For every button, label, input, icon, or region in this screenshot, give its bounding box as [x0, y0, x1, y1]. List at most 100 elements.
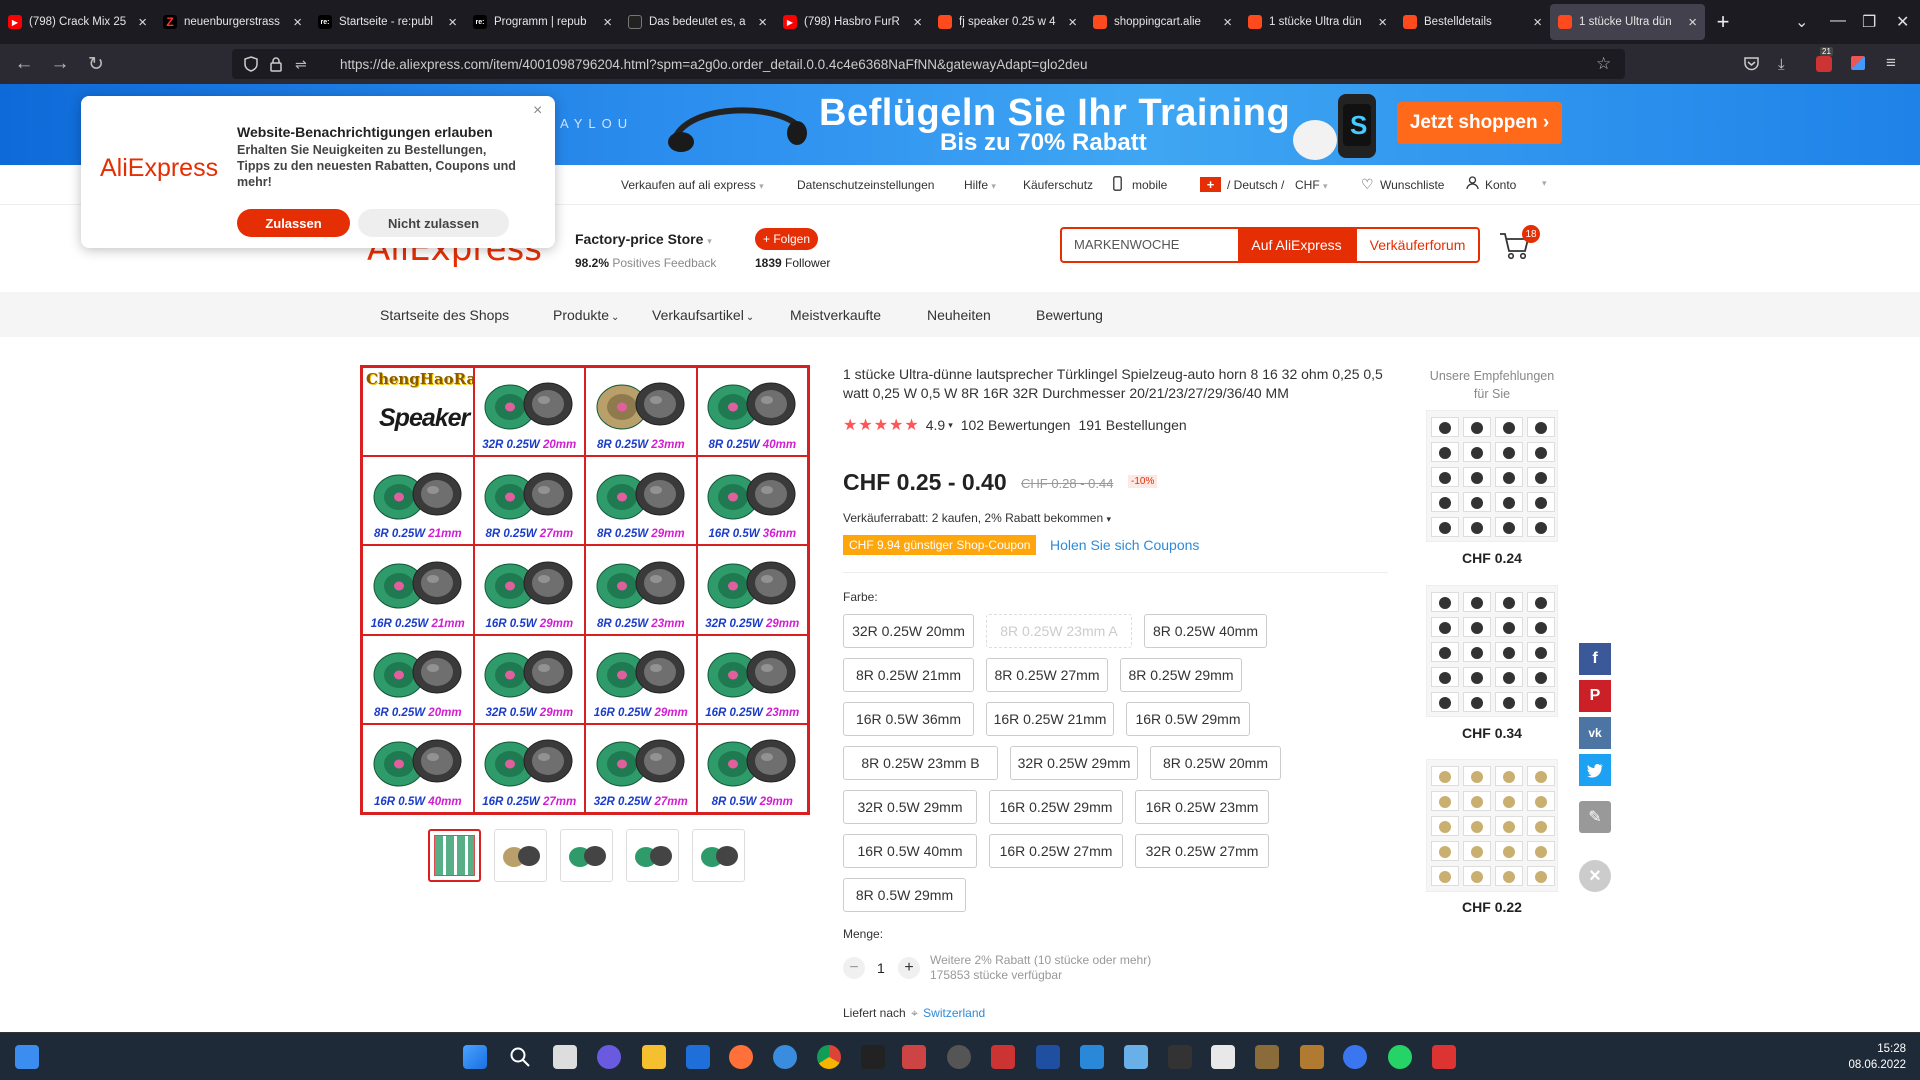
wishlist-link[interactable]: Wunschliste — [1380, 178, 1444, 192]
store-nav-item[interactable]: Produkte ⌄ — [553, 307, 619, 323]
close-tab-icon[interactable]: × — [138, 14, 147, 31]
close-tab-icon[interactable]: × — [1688, 14, 1697, 31]
window-app-icon[interactable] — [1211, 1045, 1235, 1069]
browser-tab[interactable]: re: Programm | repub × — [465, 0, 620, 44]
help-link[interactable]: Hilfe ▾ — [964, 178, 996, 192]
ship-country-link[interactable]: Switzerland — [923, 1006, 985, 1020]
archive-app-icon[interactable] — [1300, 1045, 1324, 1069]
color-option[interactable]: 16R 0.25W 29mm — [989, 790, 1123, 824]
privacy-link[interactable]: Datenschutzeinstellungen — [797, 178, 934, 192]
close-tab-icon[interactable]: × — [913, 14, 922, 31]
back-icon[interactable]: ← — [6, 53, 42, 75]
pinterest-icon[interactable]: P — [1579, 680, 1611, 712]
extension-icon[interactable]: 21 — [1816, 47, 1833, 72]
defender-icon[interactable] — [686, 1045, 710, 1069]
account-link[interactable]: Konto — [1485, 178, 1516, 192]
chrome-icon[interactable] — [817, 1045, 841, 1069]
terminal-icon[interactable] — [1036, 1045, 1060, 1069]
browser-tab[interactable]: 1 stücke Ultra dün × — [1240, 0, 1395, 44]
search-aliexpress-button[interactable]: Auf AliExpress — [1238, 227, 1355, 263]
shop-now-button[interactable]: Jetzt shoppen › — [1397, 102, 1562, 144]
store-name[interactable]: Factory-price Store ▾ — [575, 231, 712, 247]
widgets-icon[interactable] — [15, 1045, 39, 1069]
facebook-icon[interactable]: f — [1579, 643, 1611, 675]
lock-icon[interactable] — [270, 56, 282, 72]
media-app-icon[interactable] — [902, 1045, 926, 1069]
file-explorer-icon[interactable] — [642, 1045, 666, 1069]
recommendation-price[interactable]: CHF 0.34 — [1426, 725, 1558, 741]
maximize-icon[interactable]: ❐ — [1862, 12, 1876, 32]
addon-icon[interactable] — [1851, 56, 1865, 70]
snipping-tool-icon[interactable] — [1432, 1045, 1456, 1069]
permissions-icon[interactable]: ⇌ — [295, 56, 307, 73]
thumbnail[interactable] — [626, 829, 679, 882]
heart-icon[interactable]: ♡ — [1361, 176, 1374, 193]
close-tab-icon[interactable]: × — [758, 14, 767, 31]
quantity-increase-button[interactable]: + — [898, 957, 920, 979]
currency-link[interactable]: CHF ▾ — [1295, 178, 1328, 192]
address-bar[interactable]: ⇌ https://de.aliexpress.com/item/4001098… — [232, 49, 1625, 79]
firefox-icon[interactable] — [729, 1045, 753, 1069]
close-window-icon[interactable]: ✕ — [1896, 12, 1909, 32]
recommendation-image[interactable] — [1426, 410, 1558, 542]
browser-tab[interactable]: Zneuenburgerstrass × — [155, 0, 310, 44]
mobile-link[interactable]: mobile — [1132, 178, 1167, 192]
chevron-down-icon[interactable]: ⌄ — [1795, 12, 1808, 32]
store-nav-item[interactable]: Bewertung — [1036, 307, 1103, 323]
pocket-icon[interactable] — [1744, 56, 1759, 71]
close-tab-icon[interactable]: × — [1223, 14, 1232, 31]
thumbnail[interactable] — [428, 829, 481, 882]
close-tab-icon[interactable]: × — [448, 14, 457, 31]
close-tab-icon[interactable]: × — [1068, 14, 1077, 31]
live-app-icon[interactable] — [861, 1045, 885, 1069]
color-option[interactable]: 16R 0.5W 40mm — [843, 834, 977, 868]
deny-button[interactable]: Nicht zulassen — [358, 209, 509, 237]
color-option[interactable]: 16R 0.25W 27mm — [989, 834, 1123, 868]
color-option[interactable]: 32R 0.25W 29mm — [1010, 746, 1138, 780]
quantity-decrease-button[interactable]: − — [843, 957, 865, 979]
voicemeeter-icon[interactable] — [1168, 1045, 1192, 1069]
color-option[interactable]: 16R 0.25W 23mm — [1135, 790, 1269, 824]
bookmark-star-icon[interactable]: ☆ — [1596, 54, 1611, 74]
color-option[interactable]: 8R 0.25W 27mm — [986, 658, 1108, 692]
remote-desktop-icon[interactable] — [1080, 1045, 1104, 1069]
store-nav-item[interactable]: Meistverkaufte — [790, 307, 881, 323]
url-text[interactable]: https://de.aliexpress.com/item/400109879… — [340, 57, 1088, 72]
quantity-input[interactable]: 1 — [877, 960, 885, 976]
thumbnail[interactable] — [692, 829, 745, 882]
color-option[interactable]: 32R 0.25W 27mm — [1135, 834, 1269, 868]
start-icon[interactable] — [463, 1045, 487, 1069]
search-input[interactable]: MARKENWOCHE — [1060, 227, 1212, 263]
whatsapp-icon[interactable] — [1388, 1045, 1412, 1069]
shop-coupon-badge[interactable]: CHF 9.94 günstiger Shop-Coupon — [843, 535, 1037, 555]
rating-value[interactable]: 4.9 — [926, 417, 945, 433]
camera-app-icon[interactable] — [947, 1045, 971, 1069]
browser-tab[interactable]: re: Startseite - re:publ × — [310, 0, 465, 44]
product-main-image[interactable]: ChengHaoRan Speaker 32R 0.25W 20mm 8R 0.2… — [360, 365, 810, 815]
color-option[interactable]: 16R 0.25W 21mm — [986, 702, 1114, 736]
store-nav-item[interactable]: Verkaufsartikel ⌄ — [652, 307, 754, 323]
download-icon[interactable]: ⤓ — [1778, 56, 1785, 73]
browser-tab[interactable]: 1 stücke Ultra dün × — [1550, 4, 1705, 40]
browser-tab[interactable]: Das bedeutet es, a × — [620, 0, 775, 44]
color-option[interactable]: 16R 0.5W 29mm — [1126, 702, 1250, 736]
messaging-icon[interactable] — [773, 1045, 797, 1069]
close-tab-icon[interactable]: × — [1378, 14, 1387, 31]
locale-link[interactable]: / Deutsch / — [1227, 178, 1284, 192]
chevron-down-icon[interactable]: ▾ — [948, 420, 953, 431]
thumbnail[interactable] — [560, 829, 613, 882]
allow-button[interactable]: Zulassen — [237, 209, 350, 237]
color-option[interactable]: 8R 0.25W 23mm B — [843, 746, 998, 780]
forward-icon[interactable]: → — [42, 53, 78, 75]
browser-tab[interactable]: ▶ (798) Hasbro FurR × — [775, 0, 930, 44]
minimize-icon[interactable]: — — [1830, 12, 1846, 30]
color-option[interactable]: 16R 0.5W 36mm — [843, 702, 974, 736]
menu-icon[interactable]: ≡ — [1886, 53, 1896, 73]
get-coupons-link[interactable]: Holen Sie sich Coupons — [1050, 537, 1199, 553]
chat-icon[interactable] — [597, 1045, 621, 1069]
store-nav-item[interactable]: Startseite des Shops — [380, 307, 509, 323]
search-icon[interactable] — [508, 1045, 532, 1069]
edit-icon[interactable]: ✎ — [1579, 801, 1611, 833]
sell-link[interactable]: Verkaufen auf ali express ▾ — [621, 178, 764, 192]
close-tab-icon[interactable]: × — [603, 14, 612, 31]
